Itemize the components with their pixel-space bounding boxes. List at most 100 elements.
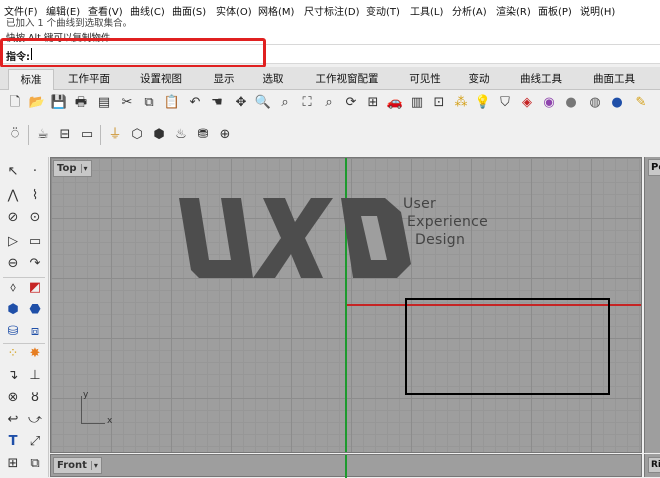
tab-cplanes[interactable]: 工作平面: [58, 69, 120, 89]
right-viewport[interactable]: Ri: [644, 454, 660, 477]
array-icon[interactable]: ⁘: [4, 345, 22, 363]
box-solid-icon[interactable]: ⬢: [4, 301, 22, 319]
pencil-icon[interactable]: ✎: [632, 94, 650, 112]
cplane-icon[interactable]: ⏚: [106, 126, 124, 144]
blue-sphere-icon[interactable]: ●: [608, 94, 626, 112]
cylinder-icon[interactable]: ⛁: [4, 323, 22, 341]
explode-icon[interactable]: ✸: [26, 345, 44, 363]
copy-icon[interactable]: ⧉: [140, 94, 158, 112]
rectangle-icon[interactable]: ▭: [26, 233, 44, 251]
viewport-title[interactable]: Top ▾: [53, 160, 92, 177]
car-icon[interactable]: 🚗: [386, 94, 404, 112]
select-arrow-icon[interactable]: ↖: [4, 163, 22, 181]
teapot-icon[interactable]: ☕: [34, 126, 52, 144]
grid-snap-icon[interactable]: ⊞: [4, 455, 22, 473]
scale-icon[interactable]: ⤻: [26, 411, 44, 429]
bounding-box-icon[interactable]: ⬢: [150, 126, 168, 144]
menu-analyze[interactable]: 分析(A): [452, 3, 487, 18]
triangle-icon[interactable]: ▷: [4, 233, 22, 251]
select-filter-icon[interactable]: ⊡: [430, 94, 448, 112]
edit-points-icon[interactable]: ⊗: [4, 389, 22, 407]
rotate-view-icon[interactable]: ⟳: [342, 94, 360, 112]
render-color-icon[interactable]: ◉: [540, 94, 558, 112]
open-file-icon[interactable]: 📂: [28, 94, 46, 112]
polygon-icon[interactable]: ⊖: [4, 255, 22, 273]
shaded-sphere-icon[interactable]: ●: [562, 94, 580, 112]
select-points-icon[interactable]: ⁂: [452, 94, 470, 112]
control-points-icon[interactable]: ȣ: [26, 389, 44, 407]
text-icon[interactable]: T: [4, 433, 22, 451]
tab-visibility[interactable]: 可见性: [396, 69, 454, 89]
print-icon[interactable]: 🖶: [72, 94, 90, 112]
named-view-icon[interactable]: ⊟: [56, 126, 74, 144]
viewport-properties-icon[interactable]: ▥: [408, 94, 426, 112]
color-icon[interactable]: ◈: [518, 94, 536, 112]
menu-surface[interactable]: 曲面(S): [172, 3, 206, 18]
rebuild-icon[interactable]: ↩: [4, 411, 22, 429]
tab-curve-tools[interactable]: 曲线工具: [506, 69, 576, 89]
viewport-title[interactable]: Front ▾: [53, 457, 102, 474]
move-icon[interactable]: ⤢: [26, 433, 44, 451]
pan-move-icon[interactable]: ✥: [232, 94, 250, 112]
menu-help[interactable]: 说明(H): [580, 3, 615, 18]
new-file-icon[interactable]: 🗋: [6, 94, 24, 112]
snap-icon[interactable]: ⍥: [6, 126, 24, 144]
zoom-selected-icon[interactable]: ⌕: [320, 94, 338, 112]
mesh-icon[interactable]: ⧈: [26, 323, 44, 341]
rendered-sphere-icon[interactable]: ◍: [586, 94, 604, 112]
zoom-window-icon[interactable]: ⌕: [276, 94, 294, 112]
menu-curve[interactable]: 曲线(C): [130, 3, 165, 18]
command-input[interactable]: [32, 47, 262, 60]
arc-icon[interactable]: ⊙: [26, 209, 44, 227]
tab-select[interactable]: 选取: [250, 69, 296, 89]
save-icon[interactable]: 💾: [50, 94, 68, 112]
menu-panels[interactable]: 面板(P): [538, 3, 572, 18]
menu-mesh[interactable]: 网格(M): [258, 3, 294, 18]
menu-transform[interactable]: 变动(T): [366, 3, 400, 18]
chevron-down-icon[interactable]: ▾: [80, 164, 88, 173]
import-icon[interactable]: ▤: [95, 94, 113, 112]
patch-surface-icon[interactable]: ◩: [26, 279, 44, 297]
chevron-down-icon[interactable]: ▾: [90, 461, 98, 470]
curve-icon[interactable]: ⌇: [26, 187, 44, 205]
menu-solid[interactable]: 实体(O): [216, 3, 252, 18]
top-viewport[interactable]: Top ▾ User Experience Design y x: [50, 157, 642, 453]
tab-viewport-layout[interactable]: 工作视窗配置: [300, 69, 394, 89]
point-icon[interactable]: ·: [26, 163, 44, 181]
tab-set-view[interactable]: 设置视图: [126, 69, 196, 89]
tab-standard[interactable]: 标准: [8, 69, 54, 91]
menu-tools[interactable]: 工具(L): [410, 3, 443, 18]
zoom-extents-icon[interactable]: ⛶: [298, 94, 316, 112]
tab-surface-tools[interactable]: 曲面工具: [580, 69, 648, 89]
group-icon[interactable]: ⧉: [26, 455, 44, 473]
tab-display[interactable]: 显示: [200, 69, 248, 89]
boolean-icon[interactable]: ⬣: [26, 301, 44, 319]
plugin-icon[interactable]: ⛃: [194, 126, 212, 144]
layer-icon[interactable]: ⛉: [496, 94, 514, 112]
menu-render[interactable]: 渲染(R): [496, 3, 531, 18]
light-bulb-icon[interactable]: 💡: [474, 94, 492, 112]
fillet-curve-icon[interactable]: ↷: [26, 255, 44, 273]
zoom-in-icon[interactable]: 🔍: [254, 94, 272, 112]
grasshopper-icon[interactable]: ♨: [172, 126, 190, 144]
front-viewport[interactable]: Front ▾: [50, 454, 642, 478]
viewport-title[interactable]: Ri: [648, 457, 660, 473]
circle-icon[interactable]: ⊘: [4, 209, 22, 227]
perspective-viewport[interactable]: Pe: [644, 157, 660, 453]
undo-icon[interactable]: ↶: [186, 94, 204, 112]
pan-icon[interactable]: ☚: [208, 94, 226, 112]
add-icon[interactable]: ⊕: [216, 126, 234, 144]
tab-transform[interactable]: 变动: [456, 69, 502, 89]
selected-rectangle[interactable]: [405, 298, 610, 395]
viewport-title[interactable]: Pe: [648, 159, 660, 176]
box-select-icon[interactable]: ⬡: [128, 126, 146, 144]
paste-icon[interactable]: 📋: [163, 94, 181, 112]
viewport-icon[interactable]: ▭: [78, 126, 96, 144]
cut-icon[interactable]: ✂: [118, 94, 136, 112]
menu-dimension[interactable]: 尺寸标注(D): [304, 3, 360, 18]
surface-icon[interactable]: ⬨: [4, 279, 22, 297]
align-icon[interactable]: ⊥: [26, 367, 44, 385]
polyline-icon[interactable]: ⋀: [4, 187, 22, 205]
four-viewports-icon[interactable]: ⊞: [364, 94, 382, 112]
dimension-icon[interactable]: ↴: [4, 367, 22, 385]
